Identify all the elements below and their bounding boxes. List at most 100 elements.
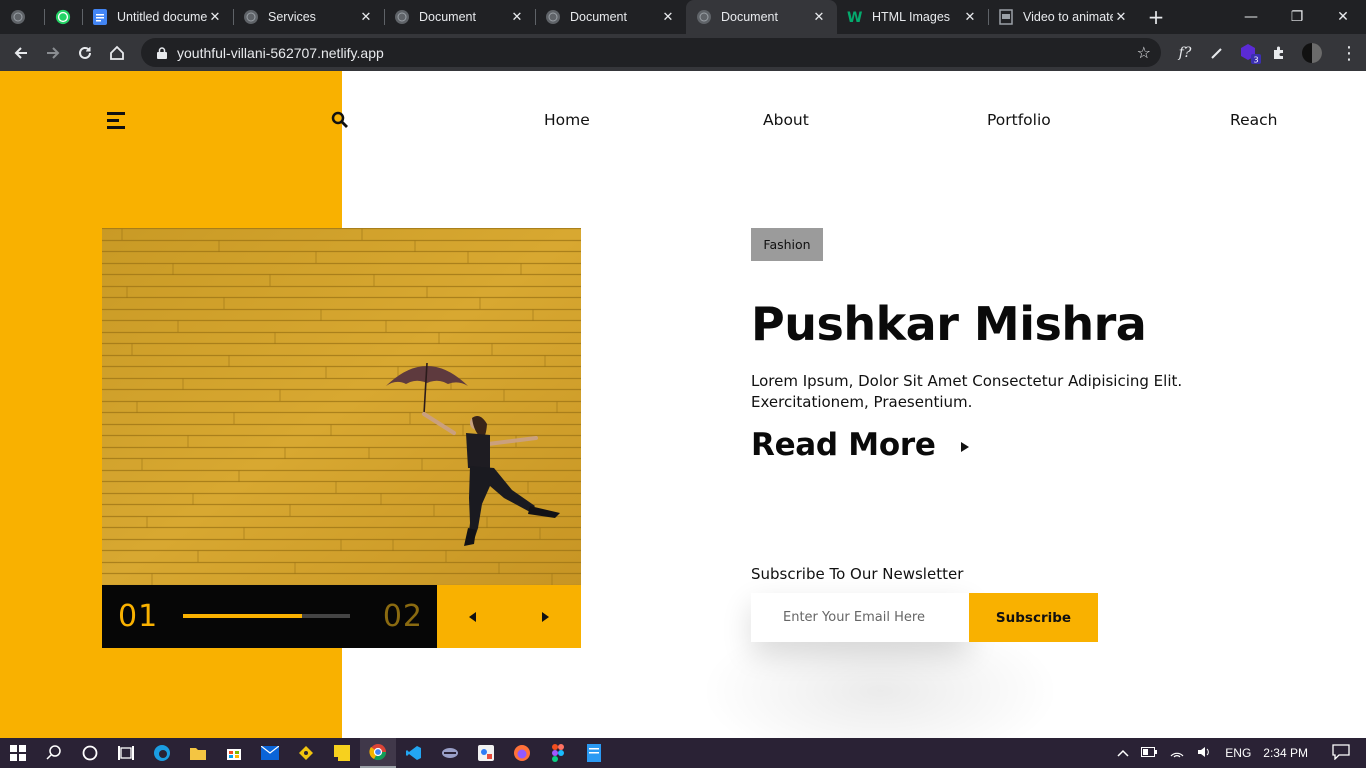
language-indicator[interactable]: ENG bbox=[1225, 746, 1251, 760]
file-explorer-icon[interactable] bbox=[180, 738, 216, 768]
edge-icon[interactable] bbox=[144, 738, 180, 768]
tab-document-1[interactable]: Document ✕ bbox=[384, 0, 535, 34]
back-icon[interactable] bbox=[5, 37, 37, 69]
tab-html-images[interactable]: W HTML Images ✕ bbox=[837, 0, 988, 34]
bookmark-star-icon[interactable]: ☆ bbox=[1137, 43, 1151, 62]
browser-tab-strip: Untitled document ✕ Services ✕ Document … bbox=[0, 0, 1366, 34]
slide-progress-fill bbox=[183, 614, 302, 618]
whatsapp-icon bbox=[55, 9, 71, 25]
globe-icon bbox=[243, 9, 259, 25]
vscode-icon[interactable] bbox=[396, 738, 432, 768]
tab-title: Document bbox=[570, 10, 627, 24]
home-icon[interactable] bbox=[101, 37, 133, 69]
formula-extension-icon[interactable]: f? bbox=[1172, 40, 1198, 66]
read-more-link[interactable]: Read More bbox=[751, 427, 936, 463]
close-tab-icon[interactable]: ✕ bbox=[1113, 9, 1129, 25]
clock-time[interactable]: 2:34 PM bbox=[1263, 746, 1308, 760]
globe-icon bbox=[394, 9, 410, 25]
tab-document-2[interactable]: Document ✕ bbox=[535, 0, 686, 34]
docs-icon bbox=[92, 9, 108, 25]
tab-untitled-document[interactable]: Untitled document ✕ bbox=[82, 0, 233, 34]
hexagon-extension-icon[interactable]: 3 bbox=[1237, 40, 1263, 66]
email-field-wrapper bbox=[751, 593, 969, 642]
close-tab-icon[interactable]: ✕ bbox=[962, 9, 978, 25]
close-tab-icon[interactable]: ✕ bbox=[811, 9, 827, 25]
tab-title: Services bbox=[268, 10, 316, 24]
tab-pinned-globe[interactable] bbox=[0, 0, 44, 34]
volume-icon[interactable] bbox=[1197, 746, 1213, 761]
nav-portfolio[interactable]: Portfolio bbox=[987, 111, 1051, 129]
close-tab-icon[interactable]: ✕ bbox=[207, 9, 223, 25]
hero-photo bbox=[102, 228, 581, 585]
windows-taskbar: ENG 2:34 PM bbox=[0, 738, 1366, 768]
sticky-notes-icon[interactable] bbox=[324, 738, 360, 768]
browser-toolbar: youthful-villani-562707.netlify.app ☆ f?… bbox=[0, 34, 1366, 71]
search-icon[interactable] bbox=[331, 111, 349, 129]
chevron-up-icon[interactable] bbox=[1117, 746, 1129, 760]
store-icon[interactable] bbox=[216, 738, 252, 768]
tab-document-active[interactable]: Document ✕ bbox=[686, 0, 837, 34]
windows-start-icon[interactable] bbox=[0, 738, 36, 768]
nav-about[interactable]: About bbox=[763, 111, 809, 129]
extension-badge: 3 bbox=[1254, 56, 1259, 65]
tab-title: Video to animated bbox=[1023, 10, 1113, 24]
profile-avatar-icon[interactable] bbox=[1299, 40, 1325, 66]
slide-progress-track bbox=[183, 614, 350, 618]
tab-pinned-whatsapp[interactable] bbox=[44, 0, 82, 34]
battery-icon[interactable] bbox=[1141, 746, 1158, 760]
tab-title: Untitled document bbox=[117, 10, 207, 24]
tab-title: HTML Images bbox=[872, 10, 951, 24]
globe-icon bbox=[696, 9, 712, 25]
wifi-icon[interactable] bbox=[1169, 746, 1185, 761]
next-slide-button[interactable] bbox=[509, 585, 581, 648]
read-more-arrow-icon[interactable] bbox=[959, 439, 971, 455]
hamburger-menu-icon[interactable] bbox=[107, 112, 125, 129]
slider-controls bbox=[437, 585, 581, 648]
menu-kebab-icon[interactable]: ⋮ bbox=[1336, 40, 1362, 66]
tab-title: Document bbox=[419, 10, 476, 24]
cortana-icon[interactable] bbox=[72, 738, 108, 768]
close-window-icon[interactable]: ✕ bbox=[1320, 0, 1366, 34]
tab-services[interactable]: Services ✕ bbox=[233, 0, 384, 34]
chrome-icon[interactable] bbox=[360, 738, 396, 768]
address-bar[interactable]: youthful-villani-562707.netlify.app ☆ bbox=[141, 38, 1161, 67]
nav-reach[interactable]: Reach bbox=[1230, 111, 1277, 129]
newsletter-label: Subscribe To Our Newsletter bbox=[751, 565, 964, 583]
prev-slide-button[interactable] bbox=[437, 585, 509, 648]
close-tab-icon[interactable]: ✕ bbox=[660, 9, 676, 25]
notepad-icon[interactable] bbox=[576, 738, 612, 768]
slider-counter-bar: 01 02 bbox=[102, 585, 437, 648]
category-tag[interactable]: Fashion bbox=[751, 228, 823, 261]
close-tab-icon[interactable]: ✕ bbox=[509, 9, 525, 25]
nav-home[interactable]: Home bbox=[544, 111, 590, 129]
globe-icon bbox=[10, 9, 26, 25]
close-tab-icon[interactable]: ✕ bbox=[358, 9, 374, 25]
subscribe-button[interactable]: Subscribe bbox=[969, 593, 1098, 642]
terminal-icon[interactable] bbox=[432, 738, 468, 768]
tab-video-to-animated[interactable]: Video to animated ✕ bbox=[988, 0, 1139, 34]
w3schools-icon: W bbox=[847, 9, 863, 25]
task-view-icon[interactable] bbox=[108, 738, 144, 768]
globe-icon bbox=[545, 9, 561, 25]
new-tab-button[interactable]: + bbox=[1139, 0, 1173, 34]
git-icon[interactable] bbox=[288, 738, 324, 768]
figma-icon[interactable] bbox=[540, 738, 576, 768]
page-icon bbox=[998, 9, 1014, 25]
woman-with-umbrella-image bbox=[102, 228, 581, 585]
tab-title: Document bbox=[721, 10, 778, 24]
firefox-icon[interactable] bbox=[504, 738, 540, 768]
restore-icon[interactable]: ❐ bbox=[1274, 0, 1320, 34]
forward-icon[interactable] bbox=[37, 37, 69, 69]
hero-heading: Pushkar Mishra bbox=[751, 297, 1147, 351]
email-input[interactable] bbox=[783, 610, 963, 625]
system-tray: ENG 2:34 PM bbox=[1117, 738, 1366, 768]
search-icon[interactable] bbox=[36, 738, 72, 768]
puzzle-extensions-icon[interactable] bbox=[1266, 40, 1292, 66]
notifications-icon[interactable] bbox=[1332, 743, 1350, 763]
mail-icon[interactable] bbox=[252, 738, 288, 768]
webpage: Home About Portfolio Reach 01 02 Fashion… bbox=[0, 71, 1366, 738]
paint-icon[interactable] bbox=[468, 738, 504, 768]
pen-extension-icon[interactable] bbox=[1204, 40, 1230, 66]
minimize-icon[interactable]: — bbox=[1228, 0, 1274, 34]
reload-icon[interactable] bbox=[69, 37, 101, 69]
